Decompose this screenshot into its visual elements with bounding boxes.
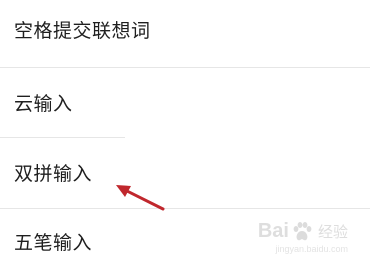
settings-item-label: 云输入 (14, 93, 73, 115)
baidu-watermark: Bai 经验 jingyan.baidu.com (257, 220, 348, 254)
settings-screen: 空格提交联想词 云输入 双拼输入 五笔输入 Bai 经验 jingyan.bai… (0, 0, 370, 263)
settings-item-cloud-input[interactable]: 云输入 (0, 68, 370, 136)
watermark-url: jingyan.baidu.com (275, 244, 348, 254)
watermark-brand-left: Bai (257, 220, 289, 242)
settings-item-space-commit-suggestion[interactable]: 空格提交联想词 (0, 0, 370, 66)
settings-item-label: 双拼输入 (14, 163, 93, 185)
watermark-brand-right: 经验 (317, 224, 348, 241)
paw-icon (293, 221, 312, 240)
settings-item-double-pinyin-input[interactable]: 双拼输入 (0, 138, 370, 208)
settings-item-label: 五笔输入 (14, 232, 93, 254)
settings-item-label: 空格提交联想词 (14, 20, 151, 42)
